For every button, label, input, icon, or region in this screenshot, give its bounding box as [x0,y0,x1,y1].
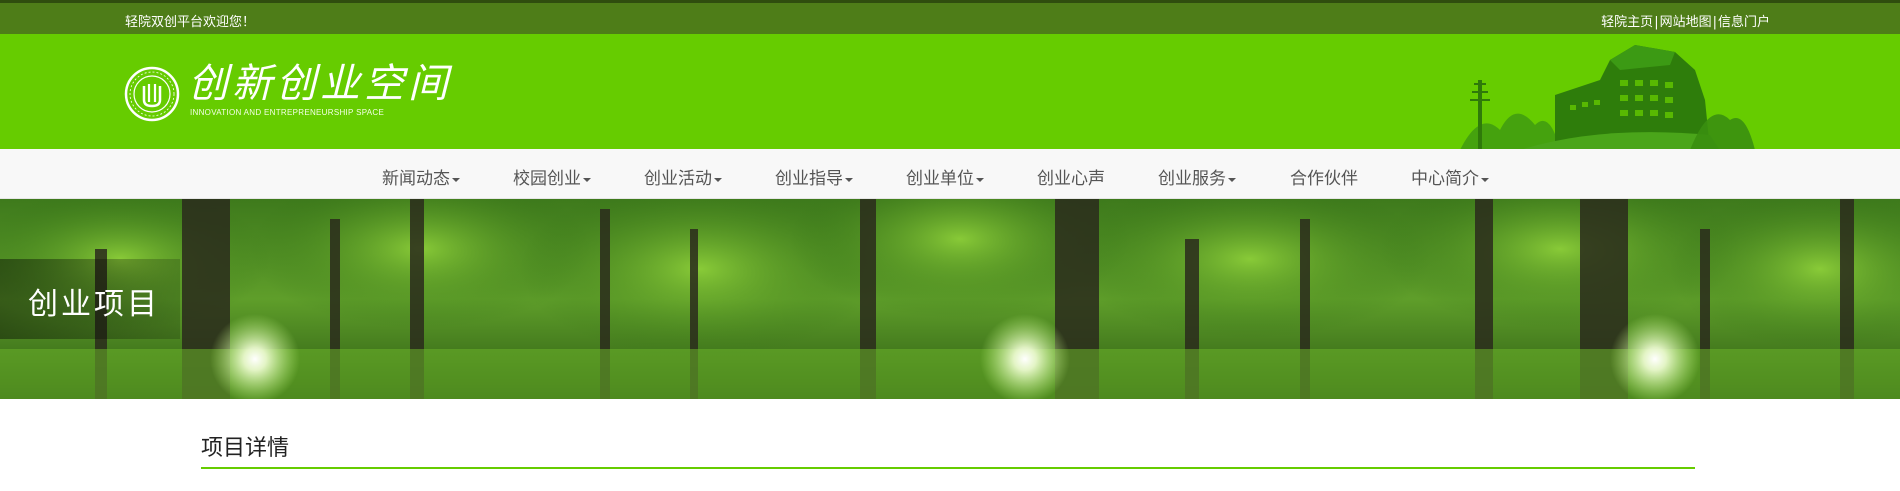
top-bar: 轻院双创平台欢迎您！ 轻院主页|网站地图|信息门户 [0,0,1900,34]
nav-item-label: 创业活动 [644,169,712,188]
nav-item-startup-services[interactable]: 创业服务 [1158,164,1236,189]
school-emblem-icon [124,66,180,122]
banner-title: 创业项目 [28,288,160,321]
link-site-map[interactable]: 网站地图 [1660,15,1712,30]
nav-item-label: 创业心声 [1037,169,1105,188]
nav-item-center-intro[interactable]: 中心简介 [1411,164,1489,189]
site-header: 创新创业空间 INNOVATION AND ENTREPRENEURSHIP S… [0,34,1900,150]
nav-item-startup-guidance[interactable]: 创业指导 [775,164,853,189]
forest-banner: 创业项目 [0,199,1900,399]
link-info-portal[interactable]: 信息门户 [1718,15,1770,30]
nav-item-campus-startup[interactable]: 校园创业 [513,164,591,189]
section-divider [201,467,1695,469]
logo-title: 创新创业空间 [188,61,452,107]
nav-item-startup-units[interactable]: 创业单位 [906,164,984,189]
nav-item-label: 创业单位 [906,169,974,188]
nav-item-label: 创业指导 [775,169,843,188]
nav-item-partners[interactable]: 合作伙伴 [1290,164,1358,189]
nav-item-label: 校园创业 [513,169,581,188]
banner-title-box: 创业项目 [0,259,180,339]
nav-item-startup-activities[interactable]: 创业活动 [644,164,722,189]
section-title: 项目详情 [201,435,290,460]
caret-down-icon [976,177,984,182]
logo-subtitle: INNOVATION AND ENTREPRENEURSHIP SPACE [190,108,385,117]
site-logo[interactable]: 创新创业空间 INNOVATION AND ENTREPRENEURSHIP S… [124,60,448,126]
top-links: 轻院主页|网站地图|信息门户 [1601,11,1770,30]
caret-down-icon [583,177,591,182]
welcome-text: 轻院双创平台欢迎您！ [125,15,256,30]
caret-down-icon [1228,177,1236,182]
nav-item-label: 合作伙伴 [1290,169,1358,188]
campus-building-illustration [1460,45,1755,150]
nav-item-news[interactable]: 新闻动态 [382,164,460,189]
caret-down-icon [1481,177,1489,182]
caret-down-icon [452,177,460,182]
nav-item-startup-voices[interactable]: 创业心声 [1037,164,1105,189]
link-separator: | [1712,15,1717,30]
link-school-home[interactable]: 轻院主页 [1601,15,1653,30]
caret-down-icon [714,177,722,182]
caret-down-icon [845,177,853,182]
main-nav: 新闻动态 校园创业 创业活动 创业指导 创业单位 创业心声 创业服务 合作伙伴 … [0,149,1900,199]
nav-item-label: 中心简介 [1411,169,1479,188]
nav-item-label: 创业服务 [1158,169,1226,188]
nav-item-label: 新闻动态 [382,169,450,188]
link-separator: | [1654,15,1659,30]
forest-banner-image [0,199,1900,399]
